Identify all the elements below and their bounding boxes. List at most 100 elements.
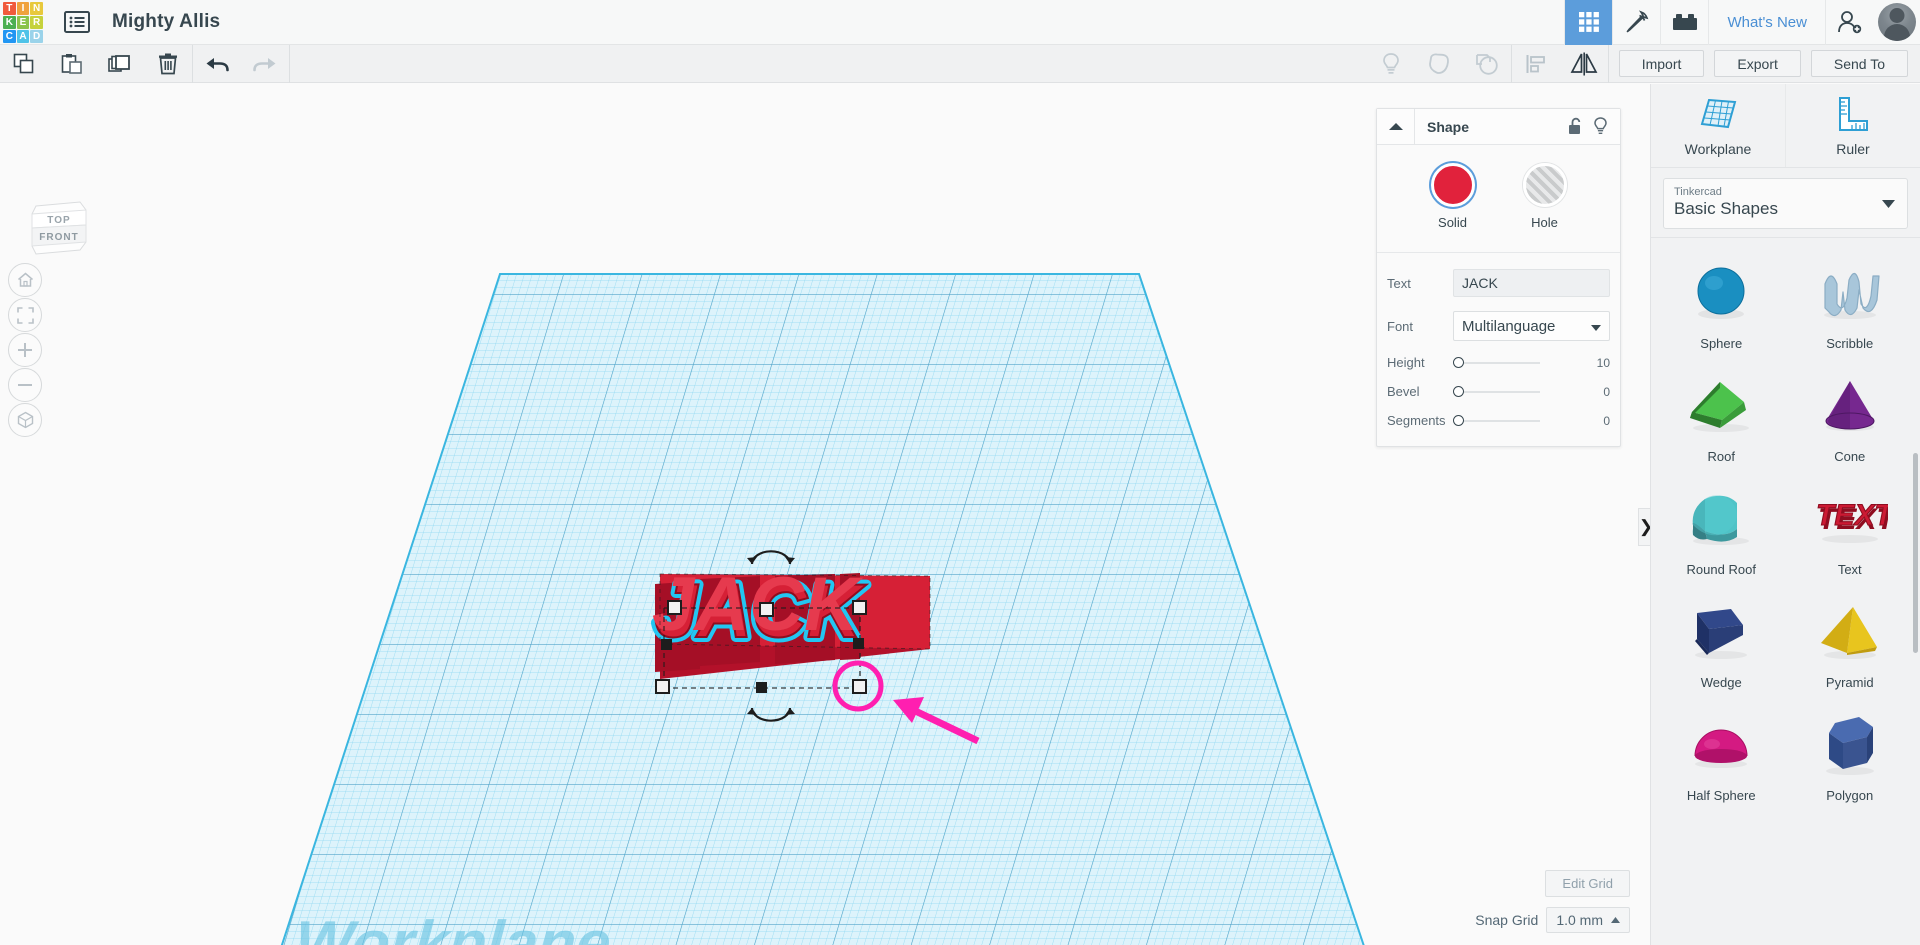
paste-icon[interactable]	[48, 45, 96, 83]
height-slider-knob[interactable]	[1453, 356, 1464, 368]
shape-text[interactable]: TEXT TEXT Text	[1786, 478, 1915, 581]
chevron-down-icon	[1591, 318, 1601, 335]
home-view-button[interactable]	[8, 263, 42, 297]
lightbulb-icon[interactable]	[1593, 117, 1608, 136]
solid-mode[interactable]: Solid	[1430, 163, 1475, 230]
half-sphere-thumb	[1657, 710, 1786, 780]
lightbulb-icon[interactable]	[1367, 45, 1415, 83]
toolbar-divider-4	[1607, 44, 1609, 83]
round-roof-thumb	[1657, 484, 1786, 554]
tinkercad-app: T I N K E R C A D Mighty Allis What's Ne…	[0, 0, 1920, 945]
shape-scribble[interactable]: Scribble	[1786, 252, 1915, 355]
zoom-in-button[interactable]	[8, 333, 42, 367]
toolbar-right: Import Export Send To	[1367, 44, 1920, 83]
inspector-body: Solid Hole Text JACK Font Multilanguage	[1377, 145, 1620, 446]
shape-roof[interactable]: Roof	[1657, 365, 1786, 468]
text-input[interactable]: JACK	[1453, 269, 1610, 297]
snap-grid-row: Snap Grid 1.0 mm	[1475, 907, 1630, 933]
shape-pyramid[interactable]: Pyramid	[1786, 591, 1915, 694]
ruler-tool-label: Ruler	[1836, 141, 1870, 157]
undo-icon[interactable]	[193, 45, 241, 83]
ungroup-icon[interactable]	[1463, 45, 1511, 83]
ortho-perspective-button[interactable]	[8, 403, 42, 437]
shape-wedge[interactable]: Wedge	[1657, 591, 1786, 694]
property-font: Font Multilanguage	[1377, 311, 1620, 341]
bevel-value: 0	[1603, 384, 1610, 399]
pickaxe-icon[interactable]	[1612, 0, 1660, 45]
chevron-up-icon	[1611, 917, 1620, 923]
property-bevel: Bevel 0	[1377, 384, 1620, 399]
lego-brick-icon[interactable]	[1660, 0, 1708, 45]
shape-mode-row: Solid Hole	[1377, 163, 1620, 230]
text-label: Text	[1387, 275, 1411, 291]
snap-grid-select[interactable]: 1.0 mm	[1546, 907, 1630, 933]
text-thumb: TEXT TEXT	[1786, 484, 1915, 554]
send-to-button[interactable]: Send To	[1810, 50, 1908, 77]
height-label: Height	[1387, 355, 1425, 370]
workplane-tool[interactable]: Workplane	[1651, 84, 1785, 167]
wedge-label: Wedge	[1700, 675, 1742, 690]
bevel-slider-knob[interactable]	[1453, 385, 1464, 397]
copy-icon[interactable]	[0, 45, 48, 83]
hole-label: Hole	[1531, 215, 1558, 230]
edit-grid-button[interactable]: Edit Grid	[1545, 870, 1630, 897]
hole-swatch[interactable]	[1522, 163, 1567, 207]
segments-slider[interactable]	[1453, 414, 1576, 428]
bevel-slider[interactable]	[1453, 385, 1576, 399]
export-button[interactable]: Export	[1714, 50, 1801, 77]
unlock-icon[interactable]	[1567, 117, 1583, 135]
delete-icon[interactable]	[144, 45, 192, 83]
duplicate-icon[interactable]	[96, 45, 144, 83]
document-title[interactable]: Mighty Allis	[112, 11, 220, 33]
inspector-header: Shape	[1377, 108, 1620, 145]
logo-tile-6: C	[3, 29, 16, 43]
height-slider[interactable]	[1453, 356, 1576, 370]
segments-slider-knob[interactable]	[1453, 414, 1464, 426]
polygon-label: Polygon	[1826, 788, 1874, 803]
segments-label: Segments	[1387, 413, 1446, 428]
tinkercad-logo[interactable]: T I N K E R C A D	[0, 0, 46, 45]
redo-icon[interactable]	[241, 45, 289, 83]
toolbar-divider-2	[289, 44, 290, 83]
shapes-scrollbar[interactable]	[1913, 453, 1918, 653]
solid-label: Solid	[1438, 215, 1467, 230]
view-cube[interactable]: TOP FRONT	[28, 196, 90, 272]
import-button[interactable]: Import	[1618, 50, 1705, 77]
pyramid-label: Pyramid	[1825, 675, 1874, 690]
library-name: Basic Shapes	[1674, 199, 1778, 218]
hole-mode[interactable]: Hole	[1522, 163, 1567, 230]
half-sphere-label: Half Sphere	[1686, 788, 1756, 803]
solid-color-swatch[interactable]	[1430, 163, 1475, 207]
shape-group-icon[interactable]	[1415, 45, 1463, 83]
avatar[interactable]	[1874, 0, 1920, 45]
shape-sphere[interactable]: Sphere	[1657, 252, 1786, 355]
whats-new-link[interactable]: What's New	[1708, 0, 1826, 45]
ruler-tool[interactable]: Ruler	[1785, 84, 1920, 167]
zoom-out-button[interactable]	[8, 368, 42, 402]
top-bar-right: What's New	[1564, 0, 1920, 45]
shape-half-sphere[interactable]: Half Sphere	[1657, 704, 1786, 807]
plus-icon	[18, 343, 32, 357]
handle-top-left	[667, 600, 682, 615]
pyramid-thumb	[1786, 597, 1915, 667]
logo-tile-3: K	[3, 15, 16, 29]
add-person-icon[interactable]	[1826, 0, 1874, 45]
avatar-image	[1878, 3, 1916, 41]
grid-apps-icon[interactable]	[1564, 0, 1613, 45]
shape-polygon[interactable]: Polygon	[1786, 704, 1915, 807]
align-icon[interactable]	[1512, 45, 1560, 83]
snap-grid-label: Snap Grid	[1475, 912, 1539, 928]
bevel-label: Bevel	[1387, 384, 1420, 399]
mirror-icon[interactable]	[1560, 45, 1608, 83]
shape-cone[interactable]: Cone	[1786, 365, 1915, 468]
segments-slider-track	[1464, 419, 1540, 422]
inspector-header-icons	[1567, 117, 1620, 136]
tool-row: Workplane Ruler	[1651, 84, 1920, 168]
fit-view-button[interactable]	[8, 298, 42, 332]
shape-round-roof[interactable]: Round Roof	[1657, 478, 1786, 581]
inspector-collapse-button[interactable]	[1377, 108, 1415, 145]
handle-height-left	[661, 639, 672, 650]
font-select[interactable]: Multilanguage	[1453, 311, 1610, 341]
project-list-icon[interactable]	[62, 7, 92, 37]
shape-library-select[interactable]: Tinkercad Basic Shapes	[1663, 178, 1908, 229]
